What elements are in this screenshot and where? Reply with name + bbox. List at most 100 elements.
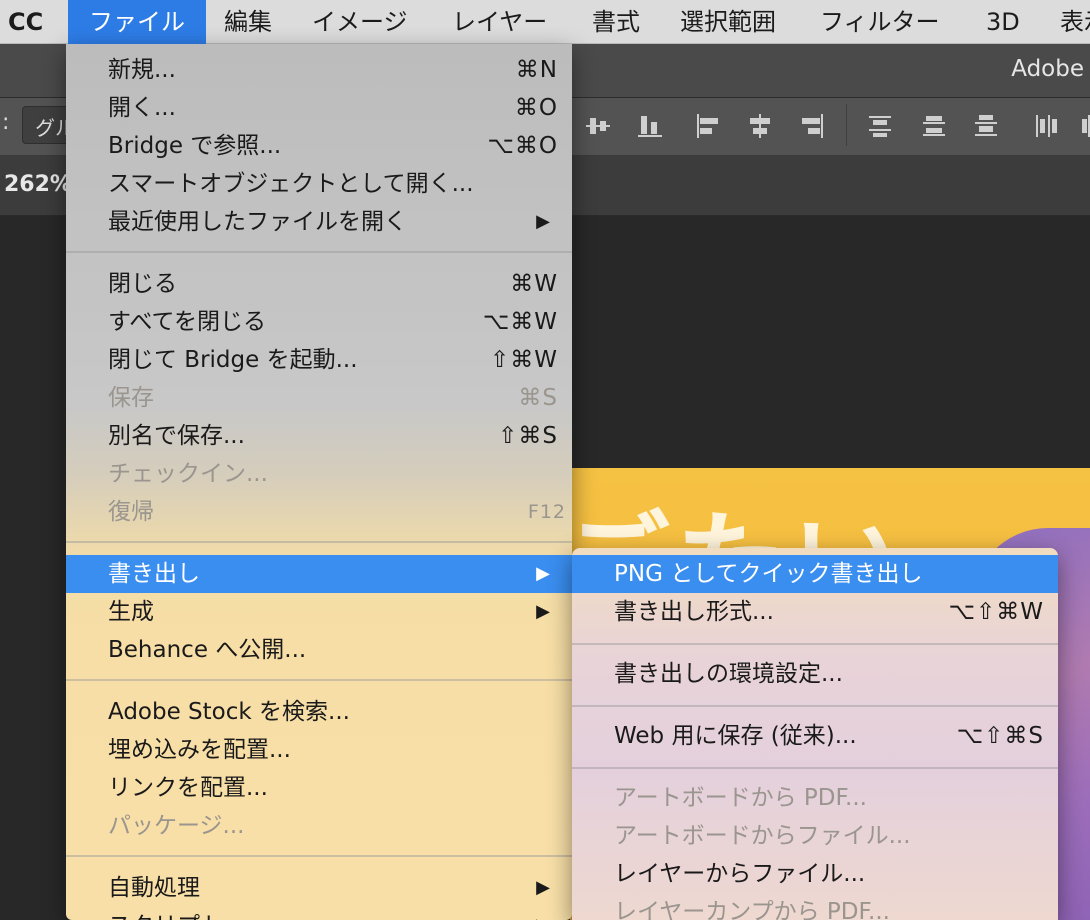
- menu-item-label: レイヤーからファイル...: [614, 861, 866, 887]
- file-menu-item-share-behance[interactable]: Behance へ公開...: [66, 631, 572, 669]
- submenu-arrow-icon: ▶: [536, 211, 550, 232]
- menu-image[interactable]: イメージ: [312, 0, 408, 44]
- menu-item-label: 自動処理: [108, 875, 200, 901]
- export-item-artboards-to-pdf: アートボードから PDF...: [572, 779, 1058, 817]
- menu-item-label: Behance へ公開...: [108, 637, 307, 663]
- file-menu-item-generate[interactable]: 生成 ▶: [66, 593, 572, 631]
- file-menu-item-browse-bridge[interactable]: Bridge で参照... ⌥⌘O: [66, 127, 572, 165]
- menu-item-shortcut: ⌥⇧⌘W: [948, 599, 1044, 625]
- menu-item-shortcut: ⇧⌘W: [489, 347, 558, 373]
- export-item-save-for-web[interactable]: Web 用に保存 (従来)... ⌥⇧⌘S: [572, 717, 1058, 755]
- menu-select[interactable]: 選択範囲: [680, 0, 776, 44]
- file-menu-item-export[interactable]: 書き出し ▶: [66, 555, 572, 593]
- file-menu-item-package: パッケージ...: [66, 807, 572, 845]
- menu-item-label: チェックイン...: [108, 461, 268, 487]
- distribute-bottom-edges-icon[interactable]: [972, 112, 1000, 140]
- menu-item-label: スマートオブジェクトとして開く...: [108, 171, 474, 197]
- menu-item-label: 書き出し: [108, 561, 200, 587]
- menu-item-label: アートボードから PDF...: [614, 785, 867, 811]
- align-horizontal-centers-icon[interactable]: [746, 112, 774, 140]
- file-menu-item-new[interactable]: 新規... ⌘N: [66, 51, 572, 89]
- zoom-level[interactable]: 262%: [4, 172, 72, 197]
- menu-item-label: 開く...: [108, 95, 176, 121]
- menu-separator: [66, 679, 572, 681]
- menu-item-label: 復帰: [108, 499, 154, 525]
- distribute-horizontal-centers-icon[interactable]: [1078, 112, 1090, 140]
- options-colon: :: [2, 110, 10, 135]
- export-item-export-preferences[interactable]: 書き出しの環境設定...: [572, 655, 1058, 693]
- options-divider: [846, 104, 847, 146]
- distribute-left-edges-icon[interactable]: [1032, 112, 1060, 140]
- file-menu-item-revert: 復帰 F12: [66, 493, 572, 531]
- menu-item-label: 新規...: [108, 57, 176, 83]
- align-left-edges-icon[interactable]: [694, 112, 722, 140]
- menu-view[interactable]: 表示: [1060, 0, 1090, 44]
- file-menu-item-open-smart-object[interactable]: スマートオブジェクトとして開く...: [66, 165, 572, 203]
- file-menu-item-place-embedded[interactable]: 埋め込みを配置...: [66, 731, 572, 769]
- menu-app-name[interactable]: CC: [8, 0, 43, 44]
- export-item-artboards-to-files: アートボードからファイル...: [572, 817, 1058, 855]
- menu-item-label: 書き出しの環境設定...: [614, 661, 843, 687]
- align-vertical-centers-icon[interactable]: [584, 112, 612, 140]
- export-item-export-as[interactable]: 書き出し形式... ⌥⇧⌘W: [572, 593, 1058, 631]
- menu-item-label: 閉じて Bridge を起動...: [108, 347, 358, 373]
- app-title: Adobe: [1011, 56, 1084, 82]
- align-bottom-edges-icon[interactable]: [636, 112, 664, 140]
- menu-item-shortcut: ⌘N: [515, 57, 558, 83]
- menu-item-label: 最近使用したファイルを開く: [108, 209, 407, 235]
- menu-separator: [66, 541, 572, 543]
- menu-item-label: 書き出し形式...: [614, 599, 774, 625]
- menu-3d[interactable]: 3D: [986, 0, 1020, 44]
- file-menu-item-automate[interactable]: 自動処理 ▶: [66, 869, 572, 907]
- menu-item-label: 閉じる: [108, 271, 177, 297]
- menu-item-label: パッケージ...: [108, 813, 245, 839]
- file-menu-item-save-as[interactable]: 別名で保存... ⇧⌘S: [66, 417, 572, 455]
- menu-edit[interactable]: 編集: [224, 0, 272, 44]
- menu-item-label: Adobe Stock を検索...: [108, 699, 350, 725]
- submenu-arrow-icon: ▶: [536, 877, 550, 898]
- menu-file[interactable]: ファイル: [68, 0, 206, 44]
- submenu-arrow-icon: ▶: [536, 907, 550, 920]
- menu-item-shortcut: ⇧⌘S: [498, 423, 558, 449]
- menu-item-label: アートボードからファイル...: [614, 823, 911, 849]
- mac-menu-bar: CC ファイル 編集 イメージ レイヤー 書式 選択範囲 フィルター 3D 表示: [0, 0, 1090, 44]
- submenu-arrow-icon: ▶: [536, 563, 550, 584]
- file-menu-item-place-linked[interactable]: リンクを配置...: [66, 769, 572, 807]
- menu-separator: [66, 251, 572, 253]
- menu-item-label: 別名で保存...: [108, 423, 245, 449]
- file-menu-dropdown: 新規... ⌘N 開く... ⌘O Bridge で参照... ⌥⌘O スマート…: [66, 44, 572, 920]
- menu-separator: [572, 767, 1058, 769]
- menu-item-label: リンクを配置...: [108, 775, 268, 801]
- menu-item-shortcut: ⌘O: [514, 95, 558, 121]
- file-menu-item-close[interactable]: 閉じる ⌘W: [66, 265, 572, 303]
- menu-layer[interactable]: レイヤー: [452, 0, 547, 44]
- menu-item-label: PNG としてクイック書き出し: [614, 561, 923, 587]
- menu-item-label: スクリプト: [108, 907, 223, 920]
- menu-type[interactable]: 書式: [592, 0, 640, 44]
- export-item-layer-comps-to-pdf: レイヤーカンプから PDF...: [572, 893, 1058, 920]
- menu-item-shortcut: ⌥⌘W: [482, 309, 558, 335]
- menu-item-label: すべてを閉じる: [108, 309, 267, 335]
- file-menu-item-save: 保存 ⌘S: [66, 379, 572, 417]
- export-item-layers-to-files[interactable]: レイヤーからファイル...: [572, 855, 1058, 893]
- menu-item-shortcut: ⌥⌘O: [487, 133, 558, 159]
- file-menu-item-check-in: チェックイン...: [66, 455, 572, 493]
- menu-item-label: 埋め込みを配置...: [108, 737, 291, 763]
- menu-item-shortcut: ⌘W: [510, 271, 558, 297]
- align-right-edges-icon[interactable]: [798, 112, 826, 140]
- file-menu-item-scripts[interactable]: スクリプト ▶: [66, 907, 572, 920]
- menu-filter[interactable]: フィルター: [820, 0, 940, 44]
- menu-item-shortcut: ⌘S: [518, 385, 558, 411]
- export-item-quick-export-png[interactable]: PNG としてクイック書き出し: [572, 555, 1058, 593]
- distribute-top-edges-icon[interactable]: [866, 112, 894, 140]
- file-menu-item-close-go-bridge[interactable]: 閉じて Bridge を起動... ⇧⌘W: [66, 341, 572, 379]
- export-submenu: PNG としてクイック書き出し 書き出し形式... ⌥⇧⌘W 書き出しの環境設定…: [572, 548, 1058, 920]
- file-menu-item-open[interactable]: 開く... ⌘O: [66, 89, 572, 127]
- file-menu-item-search-adobe-stock[interactable]: Adobe Stock を検索...: [66, 693, 572, 731]
- file-menu-item-close-all[interactable]: すべてを閉じる ⌥⌘W: [66, 303, 572, 341]
- menu-item-label: レイヤーカンプから PDF...: [614, 899, 890, 920]
- file-menu-item-open-recent[interactable]: 最近使用したファイルを開く ▶: [66, 203, 572, 241]
- menu-item-label: Web 用に保存 (従来)...: [614, 723, 857, 749]
- menu-item-label: 生成: [108, 599, 154, 625]
- distribute-vertical-centers-icon[interactable]: [920, 112, 948, 140]
